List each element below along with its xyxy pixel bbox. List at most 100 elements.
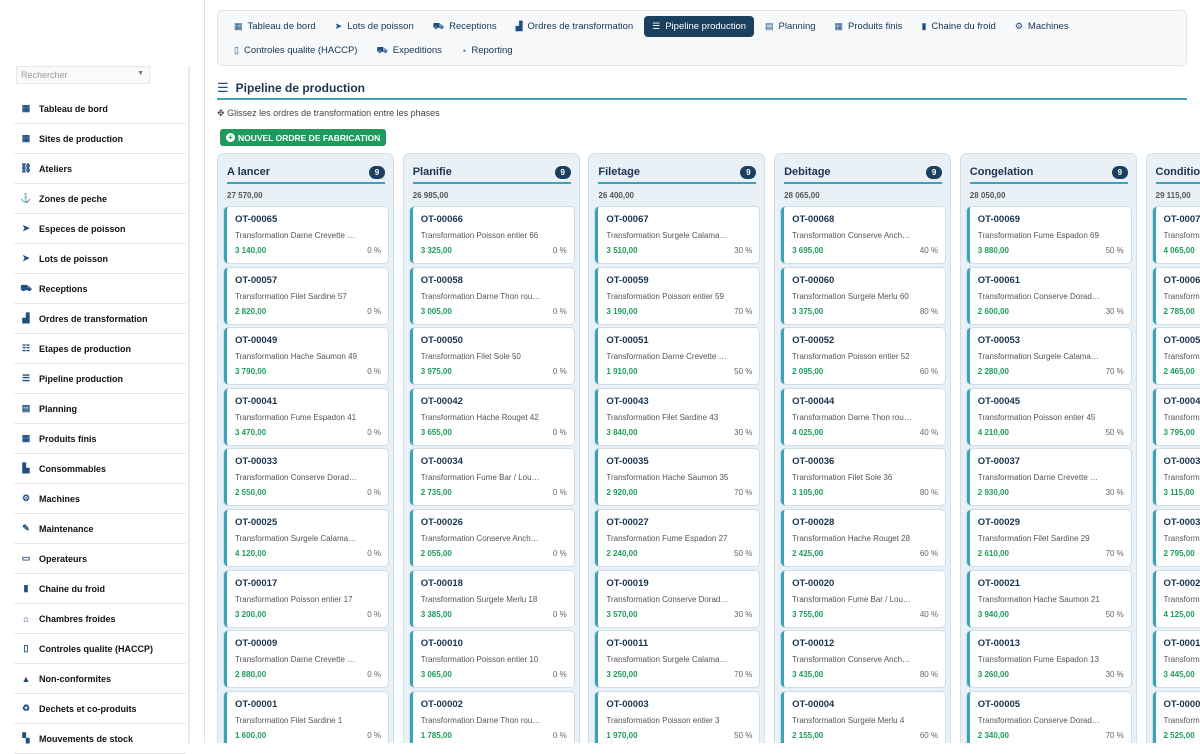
order-id[interactable]: OT-00025 [235, 517, 277, 528]
order-card[interactable]: OT-00009Transformation Darne Crevette Gr… [224, 631, 388, 687]
order-card[interactable]: OT-00017Transformation Poisson entier 17… [224, 571, 388, 627]
order-id[interactable]: OT-00045 [978, 396, 1020, 407]
sidebar-item-tableau-de-bord[interactable]: ▦Tableau de bord [14, 94, 186, 124]
order-card[interactable]: OT-00006Transformation Conserve Anchois … [1153, 692, 1200, 743]
order-card[interactable]: OT-00067Transformation Surgele Calamar 6… [595, 207, 759, 263]
order-id[interactable]: OT-00041 [235, 396, 277, 407]
order-card[interactable]: OT-00050Transformation Filet Sole 503 97… [410, 328, 574, 384]
order-id[interactable]: OT-00027 [606, 517, 648, 528]
order-id[interactable]: OT-00044 [792, 396, 834, 407]
order-card[interactable]: OT-00030Transformation Filet Sole 302 79… [1153, 510, 1200, 566]
order-card[interactable]: OT-00004Transformation Surgele Merlu 42 … [781, 692, 945, 743]
sidebar-item-chambres-froides[interactable]: ⌂Chambres froides [14, 604, 186, 634]
order-id[interactable]: OT-00017 [235, 578, 277, 589]
sidebar-item-operateurs[interactable]: ▭Operateurs [14, 544, 186, 574]
order-id[interactable]: OT-00035 [606, 456, 648, 467]
sidebar-item-dechets-et-co-produits[interactable]: ♻Dechets et co-produits [14, 694, 186, 724]
order-card[interactable]: OT-00029Transformation Filet Sardine 292… [967, 510, 1131, 566]
order-id[interactable]: OT-00014 [1164, 638, 1200, 649]
sidebar-item-especes-de-poisson[interactable]: ➤Especes de poisson [14, 214, 186, 244]
order-id[interactable]: OT-00020 [792, 578, 834, 589]
order-id[interactable]: OT-00043 [606, 396, 648, 407]
tab-tableau-de-bord[interactable]: ▦Tableau de bord [226, 16, 324, 37]
sidebar-item-produits-finis[interactable]: ▦Produits finis [14, 424, 186, 454]
order-card[interactable]: OT-00011Transformation Surgele Calamar 1… [595, 631, 759, 687]
order-card[interactable]: OT-00022Transformation Hache Rouget 224 … [1153, 571, 1200, 627]
order-card[interactable]: OT-00035Transformation Hache Saumon 352 … [595, 449, 759, 505]
order-id[interactable]: OT-00011 [606, 638, 648, 649]
order-id[interactable]: OT-00034 [421, 456, 463, 467]
tab-ordres-de-transformation[interactable]: ▟Ordres de transformation [508, 16, 642, 37]
order-id[interactable]: OT-00042 [421, 396, 463, 407]
order-id[interactable]: OT-00006 [1164, 699, 1200, 710]
tab-lots-de-poisson[interactable]: ➤Lots de poisson [327, 16, 422, 37]
order-id[interactable]: OT-00001 [235, 699, 277, 710]
order-id[interactable]: OT-00037 [978, 456, 1020, 467]
order-id[interactable]: OT-00051 [606, 335, 648, 346]
order-id[interactable]: OT-00053 [978, 335, 1020, 346]
order-card[interactable]: OT-00025Transformation Surgele Calamar 2… [224, 510, 388, 566]
order-id[interactable]: OT-00060 [792, 275, 834, 286]
order-card[interactable]: OT-00019Transformation Conserve Dorade 1… [595, 571, 759, 627]
sidebar-item-non-conformites[interactable]: ▲Non-conformites [14, 664, 186, 694]
order-id[interactable]: OT-00013 [978, 638, 1020, 649]
order-card[interactable]: OT-00052Transformation Poisson entier 52… [781, 328, 945, 384]
order-card[interactable]: OT-00012Transformation Conserve Anchois … [781, 631, 945, 687]
order-card[interactable]: OT-00028Transformation Hache Rouget 282 … [781, 510, 945, 566]
sidebar-item-pipeline-production[interactable]: ☰Pipeline production [14, 364, 186, 394]
sidebar-item-chaine-du-froid[interactable]: ▮Chaine du froid [14, 574, 186, 604]
order-id[interactable]: OT-00061 [978, 275, 1020, 286]
order-card[interactable]: OT-00014Transformation Fume Bar / Loup 1… [1153, 631, 1200, 687]
order-card[interactable]: OT-00051Transformation Darne Crevette Gr… [595, 328, 759, 384]
search-select[interactable]: Rechercher ▼ [16, 66, 150, 84]
sidebar-scrollbar[interactable] [188, 66, 190, 743]
order-card[interactable]: OT-00043Transformation Filet Sardine 433… [595, 389, 759, 445]
order-id[interactable]: OT-00021 [978, 578, 1020, 589]
new-order-button[interactable]: + NOUVEL ORDRE DE FABRICATION [220, 129, 386, 146]
order-id[interactable]: OT-00052 [792, 335, 834, 346]
order-id[interactable]: OT-00065 [235, 214, 277, 225]
order-id[interactable]: OT-00058 [421, 275, 463, 286]
sidebar-item-maintenance[interactable]: ✎Maintenance [14, 514, 186, 544]
sidebar-item-planning[interactable]: ▤Planning [14, 394, 186, 424]
order-card[interactable]: OT-00042Transformation Hache Rouget 423 … [410, 389, 574, 445]
order-card[interactable]: OT-00059Transformation Poisson entier 59… [595, 268, 759, 324]
order-id[interactable]: OT-00028 [792, 517, 834, 528]
order-id[interactable]: OT-00069 [978, 214, 1020, 225]
tab-planning[interactable]: ▤Planning [757, 16, 824, 37]
order-card[interactable]: OT-00034Transformation Fume Bar / Loup 3… [410, 449, 574, 505]
order-card[interactable]: OT-00020Transformation Fume Bar / Loup 2… [781, 571, 945, 627]
order-id[interactable]: OT-00018 [421, 578, 463, 589]
tab-machines[interactable]: ⚙Machines [1007, 16, 1077, 37]
order-id[interactable]: OT-00033 [235, 456, 277, 467]
order-card[interactable]: OT-00010Transformation Poisson entier 10… [410, 631, 574, 687]
order-id[interactable]: OT-00062 [1164, 275, 1200, 286]
order-card[interactable]: OT-00021Transformation Hache Saumon 213 … [967, 571, 1131, 627]
order-card[interactable]: OT-00065Transformation Darne Crevette Gr… [224, 207, 388, 263]
sidebar-item-controles-qualite-haccp[interactable]: ▯Controles qualite (HACCP) [14, 634, 186, 664]
order-card[interactable]: OT-00070Transformation Darne Thon rouge … [1153, 207, 1200, 263]
sidebar-item-machines[interactable]: ⚙Machines [14, 484, 186, 514]
order-card[interactable]: OT-00026Transformation Conserve Anchois … [410, 510, 574, 566]
order-id[interactable]: OT-00029 [978, 517, 1020, 528]
order-card[interactable]: OT-00062Transformation Conserve Anchois … [1153, 268, 1200, 324]
order-card[interactable]: OT-00057Transformation Filet Sardine 572… [224, 268, 388, 324]
order-card[interactable]: OT-00005Transformation Conserve Dorade 5… [967, 692, 1131, 743]
order-card[interactable]: OT-00038Transformation Darne Thon rouge … [1153, 449, 1200, 505]
order-id[interactable]: OT-00004 [792, 699, 834, 710]
order-card[interactable]: OT-00046Transformation Poisson entier 46… [1153, 389, 1200, 445]
order-card[interactable]: OT-00033Transformation Conserve Dorade 3… [224, 449, 388, 505]
tab-receptions[interactable]: ⛟Receptions [425, 16, 505, 37]
order-id[interactable]: OT-00030 [1164, 517, 1200, 528]
order-id[interactable]: OT-00022 [1164, 578, 1200, 589]
order-card[interactable]: OT-00060Transformation Surgele Merlu 603… [781, 268, 945, 324]
order-id[interactable]: OT-00003 [606, 699, 648, 710]
tab-reporting[interactable]: ◔Reporting [453, 40, 521, 61]
order-id[interactable]: OT-00067 [606, 214, 648, 225]
sidebar-item-consommables[interactable]: ▙Consommables [14, 454, 186, 484]
order-id[interactable]: OT-00010 [421, 638, 463, 649]
order-id[interactable]: OT-00068 [792, 214, 834, 225]
order-card[interactable]: OT-00041Transformation Fume Espadon 413 … [224, 389, 388, 445]
sidebar-item-mouvements-de-stock[interactable]: ▚Mouvements de stock [14, 724, 186, 754]
order-card[interactable]: OT-00045Transformation Poisson entier 45… [967, 389, 1131, 445]
